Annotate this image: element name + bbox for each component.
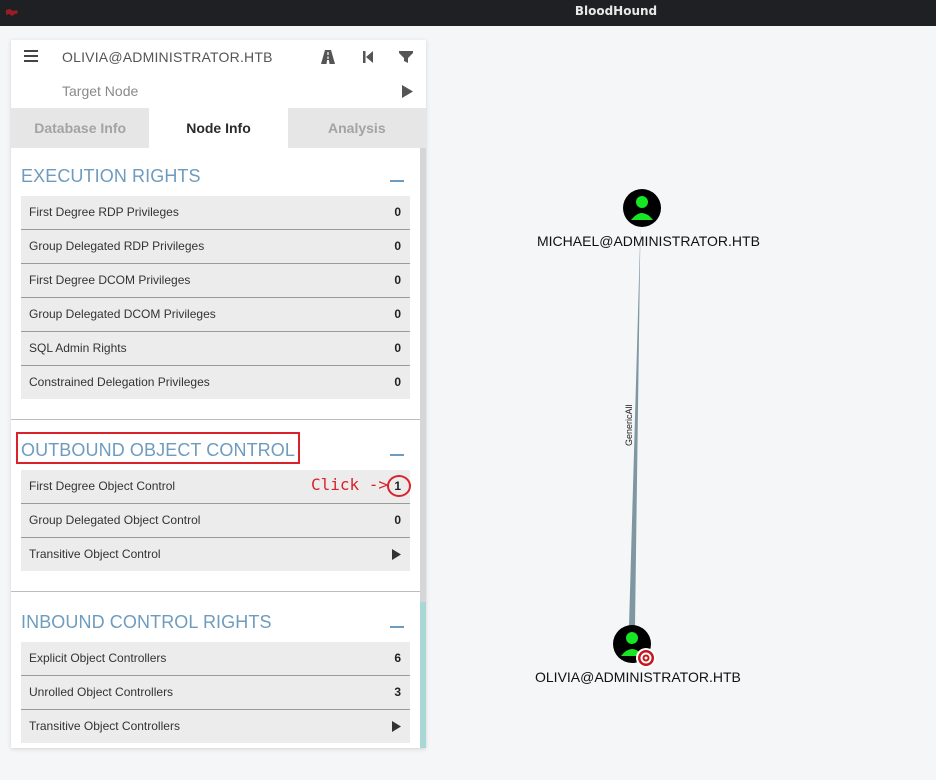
list-item[interactable]: Group Delegated Object Control 0 bbox=[21, 504, 410, 537]
row-count: 0 bbox=[394, 307, 401, 321]
list-item[interactable]: Explicit Object Controllers 6 bbox=[21, 642, 410, 675]
play-path-icon[interactable] bbox=[401, 85, 413, 98]
graph-svg bbox=[613, 189, 661, 668]
expand-arrow-icon bbox=[392, 721, 401, 732]
list-item[interactable]: Group Delegated RDP Privileges 0 bbox=[21, 230, 410, 263]
minus-icon bbox=[390, 454, 404, 456]
tab-analysis[interactable]: Analysis bbox=[287, 108, 426, 148]
node-label: MICHAEL@ADMINISTRATOR.HTB bbox=[537, 233, 760, 249]
tab-database-info[interactable]: Database Info bbox=[11, 108, 150, 148]
row-label: Explicit Object Controllers bbox=[29, 651, 167, 665]
section-title: EXECUTION RIGHTS bbox=[21, 166, 201, 186]
row-count: 0 bbox=[394, 341, 401, 355]
row-count: 0 bbox=[394, 239, 401, 253]
section-divider bbox=[11, 419, 420, 420]
row-label: Group Delegated Object Control bbox=[29, 513, 201, 527]
section-divider bbox=[11, 591, 420, 592]
source-node-input[interactable]: OLIVIA@ADMINISTRATOR.HTB bbox=[62, 49, 273, 65]
row-label: Constrained Delegation Privileges bbox=[29, 375, 210, 389]
row-label: Group Delegated DCOM Privileges bbox=[29, 307, 216, 321]
search-row: OLIVIA@ADMINISTRATOR.HTB bbox=[11, 40, 426, 74]
expand-arrow-icon bbox=[392, 549, 401, 560]
tab-node-info[interactable]: Node Info bbox=[149, 108, 288, 148]
circle-annotation bbox=[387, 475, 411, 497]
user-node-michael[interactable] bbox=[623, 189, 661, 227]
click-annotation-text: Click -> bbox=[311, 475, 389, 494]
row-label: First Degree Object Control bbox=[29, 479, 176, 493]
row-label: SQL Admin Rights bbox=[29, 341, 127, 355]
node-label: OLIVIA@ADMINISTRATOR.HTB bbox=[535, 669, 741, 685]
user-node-olivia[interactable] bbox=[613, 625, 656, 668]
list-item[interactable]: First Degree DCOM Privileges 0 bbox=[21, 264, 410, 297]
collapse-button[interactable] bbox=[384, 164, 410, 186]
row-label: Group Delegated RDP Privileges bbox=[29, 239, 205, 253]
hamburger-menu-icon[interactable] bbox=[24, 50, 38, 62]
list-item[interactable]: SQL Admin Rights 0 bbox=[21, 332, 410, 365]
highlight-annotation-box bbox=[16, 432, 300, 464]
window-title: BloodHound bbox=[574, 4, 658, 18]
filter-icon[interactable] bbox=[397, 48, 415, 66]
node-info-content: EXECUTION RIGHTS First Degree RDP Privil… bbox=[11, 148, 426, 748]
target-node-input[interactable]: Target Node bbox=[62, 83, 138, 99]
collapse-button[interactable] bbox=[384, 438, 410, 460]
scrollbar-thumb[interactable] bbox=[420, 602, 426, 748]
side-panel: OLIVIA@ADMINISTRATOR.HTB Target Node Dat… bbox=[11, 40, 426, 748]
list-item[interactable]: Transitive Object Controllers bbox=[21, 710, 410, 743]
list-item[interactable]: Constrained Delegation Privileges 0 bbox=[21, 366, 410, 399]
edge-label: GenericAll bbox=[624, 404, 634, 446]
row-count: 6 bbox=[394, 651, 401, 665]
execution-rights-header[interactable]: EXECUTION RIGHTS bbox=[21, 158, 410, 194]
row-label: First Degree DCOM Privileges bbox=[29, 273, 191, 287]
row-count: 0 bbox=[394, 375, 401, 389]
graph-canvas[interactable]: MICHAEL@ADMINISTRATOR.HTB OLIVIA@ADMINIS… bbox=[430, 26, 936, 780]
window-titlebar: BloodHound bbox=[0, 0, 936, 26]
row-label: Unrolled Object Controllers bbox=[29, 685, 174, 699]
row-label: Transitive Object Control bbox=[29, 547, 161, 561]
inbound-control-rights-header[interactable]: INBOUND CONTROL RIGHTS bbox=[21, 604, 410, 640]
target-row: Target Node bbox=[11, 74, 426, 108]
list-item[interactable]: Transitive Object Control bbox=[21, 538, 410, 571]
panel-tabs: Database Info Node Info Analysis bbox=[11, 108, 426, 148]
row-count: 3 bbox=[394, 685, 401, 699]
collapse-button[interactable] bbox=[384, 610, 410, 632]
target-owned-icon bbox=[636, 648, 656, 668]
list-item[interactable]: First Degree RDP Privileges 0 bbox=[21, 196, 410, 229]
minus-icon bbox=[390, 626, 404, 628]
row-count: 0 bbox=[394, 273, 401, 287]
row-count: 0 bbox=[394, 205, 401, 219]
list-item[interactable]: Group Delegated DCOM Privileges 0 bbox=[21, 298, 410, 331]
row-label: First Degree RDP Privileges bbox=[29, 205, 179, 219]
row-label: Transitive Object Controllers bbox=[29, 719, 180, 733]
pathfinding-road-icon[interactable] bbox=[319, 48, 337, 66]
back-step-icon[interactable] bbox=[359, 48, 377, 66]
list-item[interactable]: Unrolled Object Controllers 3 bbox=[21, 676, 410, 709]
minus-icon bbox=[390, 180, 404, 182]
row-count: 0 bbox=[394, 513, 401, 527]
section-title: INBOUND CONTROL RIGHTS bbox=[21, 612, 272, 632]
